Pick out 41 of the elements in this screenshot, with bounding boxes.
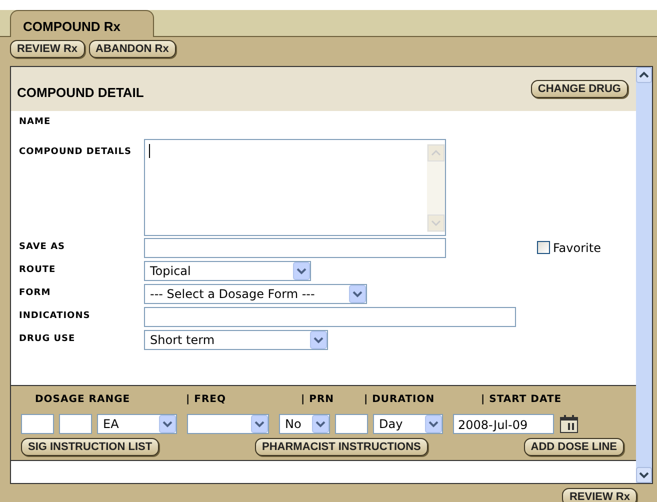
- calendar-icon[interactable]: [559, 414, 579, 434]
- dropdown[interactable]: No: [279, 414, 330, 434]
- action-button[interactable]: ADD DOSE LINE: [524, 438, 624, 456]
- review-rx-button[interactable]: REVIEW Rx: [562, 488, 637, 502]
- toolbar-button[interactable]: ABANDON Rx: [88, 40, 176, 58]
- text-field[interactable]: [335, 414, 368, 434]
- section-title: COMPOUND DETAIL: [17, 84, 144, 102]
- text-field[interactable]: [59, 414, 92, 434]
- column-header: DOSAGE RANGE: [35, 393, 132, 407]
- change-drug-button[interactable]: CHANGE DRUG: [530, 80, 628, 98]
- field-label: COMPOUND DETAILS: [18, 146, 132, 158]
- dropdown[interactable]: EA: [97, 414, 177, 434]
- column-header: | PRN: [301, 393, 336, 407]
- date-field[interactable]: 2008-Jul-09: [453, 414, 554, 434]
- dropdown[interactable]: --- Select a Dosage Form ---: [144, 284, 367, 304]
- scrollbar[interactable]: [636, 67, 652, 483]
- column-header: | START DATE: [481, 393, 563, 407]
- text-field[interactable]: [144, 306, 516, 326]
- field-label: NAME: [18, 116, 52, 128]
- field-label: SAVE AS: [18, 242, 66, 253]
- text-field[interactable]: [21, 414, 54, 434]
- dropdown[interactable]: Short term: [144, 330, 328, 350]
- dropdown[interactable]: [187, 414, 269, 434]
- dropdown[interactable]: Topical: [144, 260, 311, 280]
- scroll-down-icon[interactable]: [636, 467, 652, 483]
- field-label: FORM: [18, 288, 52, 299]
- text-cursor: [149, 144, 150, 158]
- field-label: INDICATIONS: [18, 311, 92, 322]
- text-area[interactable]: [144, 139, 446, 236]
- action-button[interactable]: PHARMACIST INSTRUCTIONS: [254, 438, 428, 456]
- field-label: ROUTE: [18, 265, 57, 276]
- scroll-up-icon[interactable]: [636, 67, 652, 83]
- field-label: DRUG USE: [18, 334, 76, 345]
- favorite-checkbox[interactable]: Favorite: [537, 238, 601, 256]
- column-header: | FREQ: [186, 393, 227, 407]
- text-field[interactable]: [144, 238, 446, 258]
- action-button[interactable]: SIG INSTRUCTION LIST: [21, 438, 160, 456]
- dropdown[interactable]: Day: [373, 414, 443, 434]
- tab[interactable]: COMPOUND Rx: [10, 10, 154, 37]
- toolbar-button[interactable]: REVIEW Rx: [10, 40, 85, 58]
- column-header: | DURATION: [364, 393, 436, 407]
